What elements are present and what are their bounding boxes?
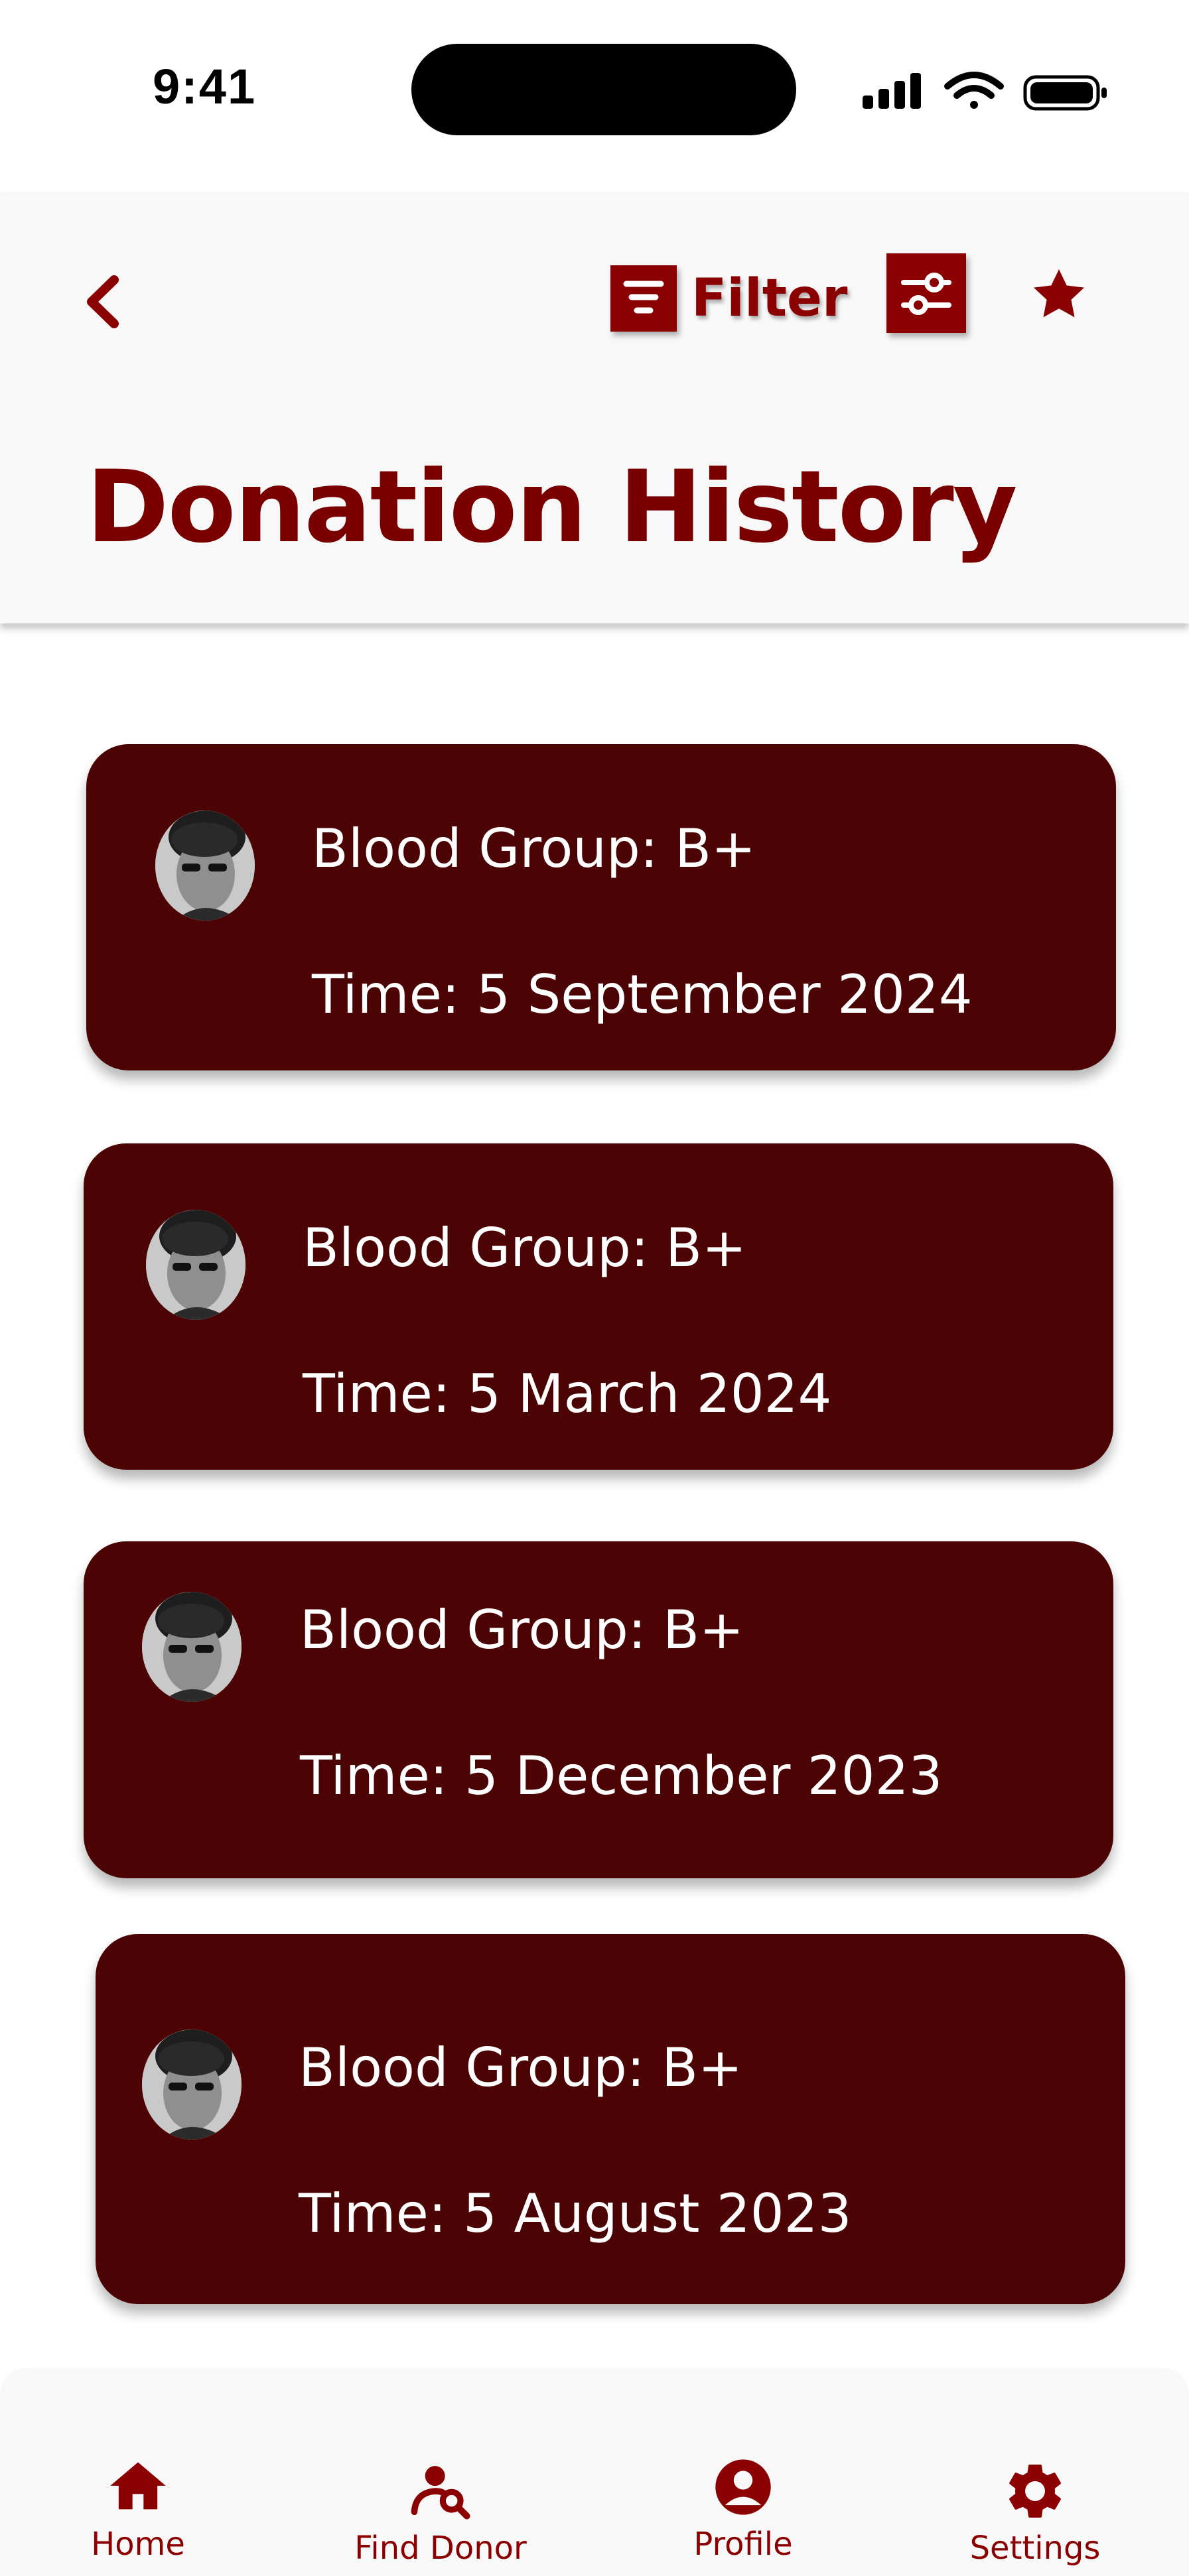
- profile-icon: [715, 2459, 771, 2515]
- find-donor-icon: [411, 2466, 470, 2520]
- chevron-left-icon: [87, 275, 119, 328]
- dynamic-island: [411, 44, 796, 135]
- blood-group-text: Blood Group: B+: [303, 1217, 747, 1279]
- signal-icon: [863, 73, 921, 109]
- blood-group-text: Blood Group: B+: [312, 818, 756, 879]
- nav-profile-label: Profile: [693, 2526, 793, 2563]
- donor-avatar: [142, 2029, 242, 2140]
- status-icons: [863, 72, 1107, 111]
- donation-time-text: Time: 5 March 2024: [303, 1363, 832, 1425]
- nav-settings[interactable]: Settings: [936, 2368, 1135, 2576]
- filter-button[interactable]: Filter: [610, 259, 847, 338]
- favorite-button[interactable]: [1027, 263, 1091, 326]
- donation-card[interactable]: Blood Group: B+ Time: 5 September 2024: [86, 744, 1116, 1070]
- donation-time-text: Time: 5 August 2023: [299, 2183, 852, 2244]
- blood-group-text: Blood Group: B+: [300, 1599, 744, 1661]
- header: Filter Donation History: [0, 192, 1189, 623]
- wifi-icon: [944, 72, 1004, 109]
- donation-card[interactable]: Blood Group: B+ Time: 5 December 2023: [84, 1541, 1113, 1878]
- donation-card[interactable]: Blood Group: B+ Time: 5 August 2023: [96, 1934, 1125, 2304]
- star-icon: [1034, 269, 1084, 318]
- adjust-settings-button[interactable]: [886, 253, 966, 333]
- page-title: Donation History: [86, 450, 1017, 565]
- filter-icon: [610, 265, 677, 332]
- donation-card[interactable]: Blood Group: B+ Time: 5 March 2024: [84, 1143, 1113, 1470]
- home-icon: [110, 2462, 166, 2510]
- donation-time-text: Time: 5 September 2024: [312, 964, 973, 1025]
- status-time: 9:41: [153, 59, 257, 114]
- battery-icon: [1023, 75, 1107, 111]
- donor-avatar: [142, 1592, 242, 1702]
- nav-profile[interactable]: Profile: [644, 2368, 843, 2576]
- nav-home[interactable]: Home: [38, 2368, 238, 2576]
- filter-label: Filter: [691, 269, 848, 328]
- donor-avatar: [146, 1210, 245, 1320]
- nav-home-label: Home: [91, 2526, 185, 2563]
- nav-find-donor[interactable]: Find Donor: [341, 2368, 540, 2576]
- status-bar: 9:41: [0, 0, 1189, 192]
- donation-time-text: Time: 5 December 2023: [300, 1745, 943, 1807]
- bottom-navigation: Home Find Donor Profile Settings: [0, 2368, 1189, 2576]
- donor-avatar: [155, 810, 255, 921]
- sliders-icon: [901, 273, 951, 315]
- nav-settings-label: Settings: [969, 2530, 1101, 2567]
- blood-group-text: Blood Group: B+: [299, 2037, 743, 2098]
- gear-icon: [1009, 2465, 1061, 2518]
- nav-find-donor-label: Find Donor: [354, 2530, 527, 2567]
- back-button[interactable]: [73, 265, 133, 338]
